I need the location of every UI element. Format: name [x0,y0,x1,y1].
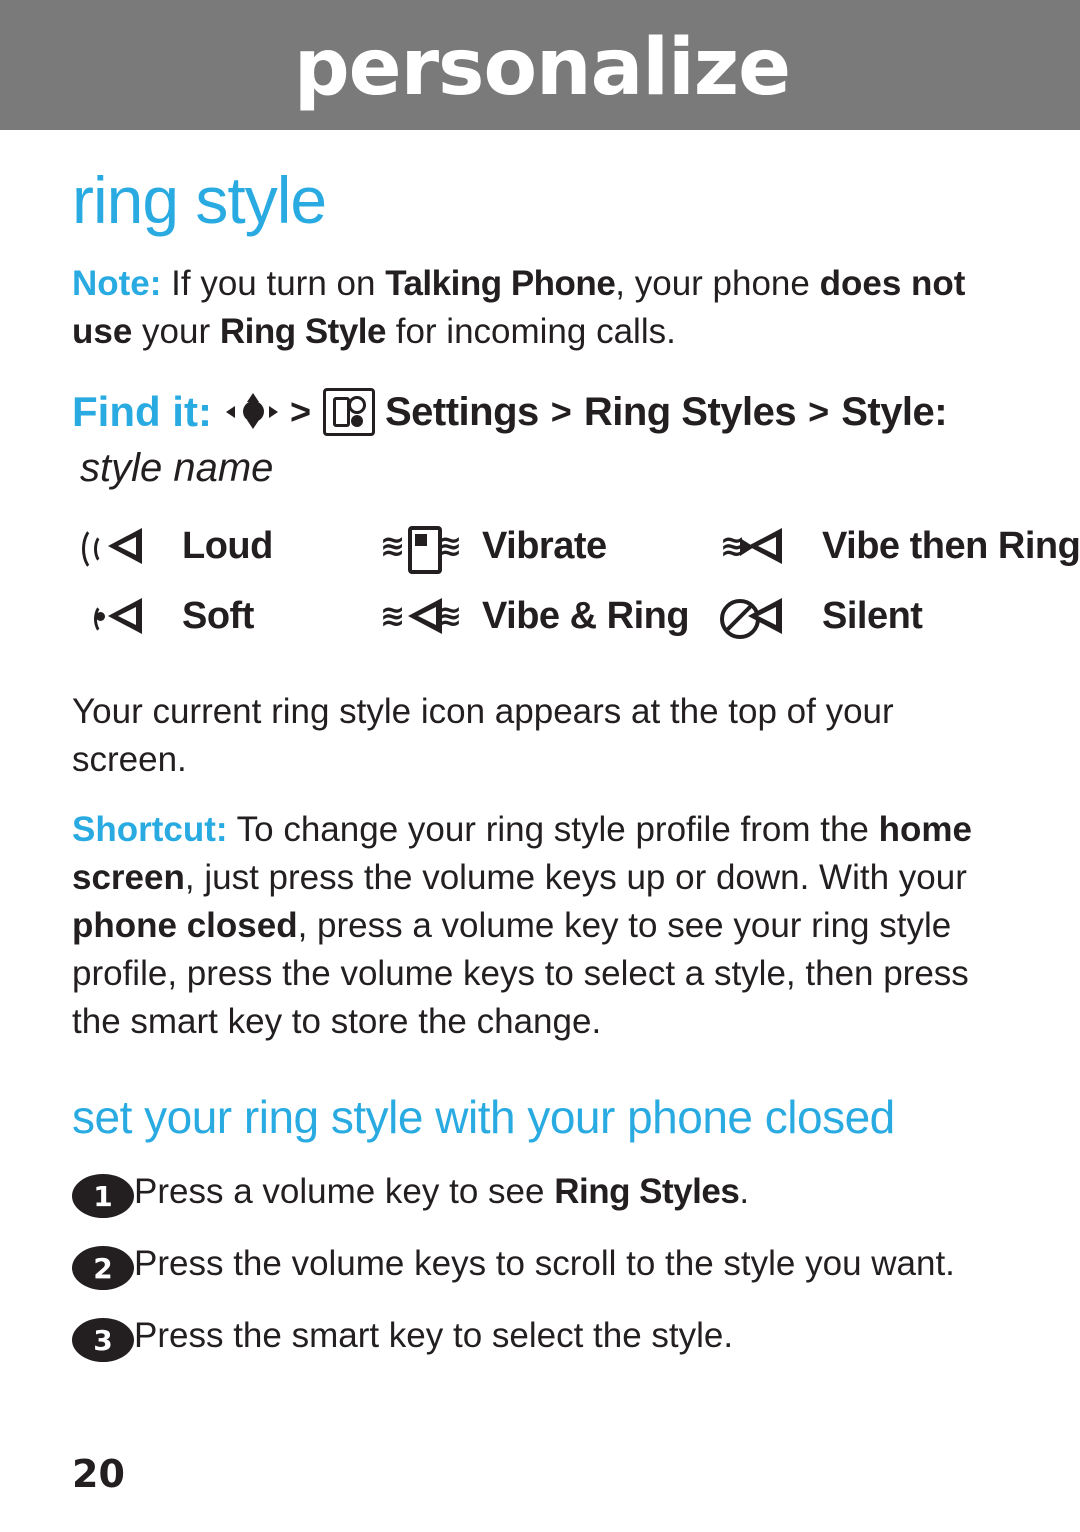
ring-style-item-soft: Soft [72,588,372,644]
step-text-before: Press the volume keys to scroll to the s… [134,1244,955,1283]
speaker-soft-icon [72,588,168,644]
note-part1: If you turn on [161,264,386,303]
find-it-ring-styles: Ring Styles [583,390,797,434]
find-it-label: Find it: [72,388,212,435]
step-number: 2 [72,1246,134,1290]
shortcut-emphasis-phone-closed: phone closed [72,906,298,945]
page-number: 20 [72,1452,125,1496]
find-it-sep-2: > [550,391,572,432]
step-text: Press a volume key to see Ring Styles. [134,1168,749,1216]
settings-wrench-icon [322,388,375,436]
note-emphasis-talking-phone: Talking Phone [385,264,616,303]
current-icon-note: Your current ring style icon appears at … [72,692,894,779]
step-number: 1 [72,1174,134,1218]
step-text-before: Press a volume key to see [134,1172,555,1211]
ring-style-label: Loud [182,524,273,567]
shortcut-part1: To change your ring style profile from t… [227,810,879,849]
ring-style-item-vibrate: ≋ ≋ Vibrate [372,518,712,574]
step-text: Press the smart key to select the style. [134,1312,733,1360]
speaker-silent-icon [712,588,808,644]
step-text-emphasis: Ring Styles [554,1172,740,1211]
ring-style-item-silent: Silent [712,588,1080,644]
page-content: ring style Note: If you turn on Talking … [0,130,1080,1362]
ring-style-label: Vibrate [482,524,607,567]
step-text: Press the volume keys to scroll to the s… [134,1240,955,1288]
shortcut-label: Shortcut: [72,810,228,849]
ring-style-item-loud: Loud [72,518,372,574]
ring-style-item-vibe-and-ring: ≋ ≋ Vibe & Ring [372,588,712,644]
ring-style-item-vibe-then-ring: ≋ Vibe then Ring [712,518,1080,574]
ring-style-label: Soft [182,594,254,637]
shortcut-part2: , just press the volume keys up or down.… [184,858,967,897]
find-it-sep-3: > [808,391,830,432]
ring-style-label: Vibe & Ring [482,594,690,637]
speaker-loud-icon [72,518,168,574]
note-emphasis-ring-style: Ring Style [219,312,387,351]
step-number: 3 [72,1318,134,1362]
ring-style-icon-grid: Loud ≋ ≋ Vibrate ≋ Vibe then Ring Soft ≋… [72,518,1080,644]
step-item: 3 Press the smart key to select the styl… [72,1312,1008,1362]
page-header-title: personalize [293,23,791,113]
find-it-settings: Settings [384,390,539,434]
shortcut-paragraph: Shortcut: To change your ring style prof… [72,806,1008,1046]
note-label: Note: [72,264,162,303]
step-text-after: . [739,1172,750,1211]
phone-vibrate-icon: ≋ ≋ [372,518,468,574]
note-part4: for incoming calls. [386,312,676,351]
vibrate-then-ring-icon: ≋ [712,518,808,574]
find-it-sep-1: > [289,391,311,432]
nav-key-icon [225,393,278,429]
ring-style-label: Vibe then Ring [822,524,1080,567]
subsection-title: set your ring style with your phone clos… [72,1091,895,1143]
find-it-style: Style: [841,390,948,434]
step-text-before: Press the smart key to select the style. [134,1316,734,1355]
find-it-style-name: style name [80,446,274,490]
vibrate-and-ring-icon: ≋ ≋ [380,598,462,634]
note-paragraph: Note: If you turn on Talking Phone, your… [72,260,1008,356]
ring-style-label: Silent [822,594,923,637]
steps-list: 1 Press a volume key to see Ring Styles.… [72,1168,1008,1362]
manual-page: personalize ring style Note: If you turn… [0,0,1080,1532]
step-item: 2 Press the volume keys to scroll to the… [72,1240,1008,1290]
note-part2: , your phone [615,264,820,303]
section-title: ring style [72,163,327,237]
find-it-path: Find it: > Settings > Ring Styles > Styl… [72,384,1008,496]
step-item: 1 Press a volume key to see Ring Styles. [72,1168,1008,1218]
note-part3: your [132,312,220,351]
page-header-band: personalize [0,0,1080,130]
